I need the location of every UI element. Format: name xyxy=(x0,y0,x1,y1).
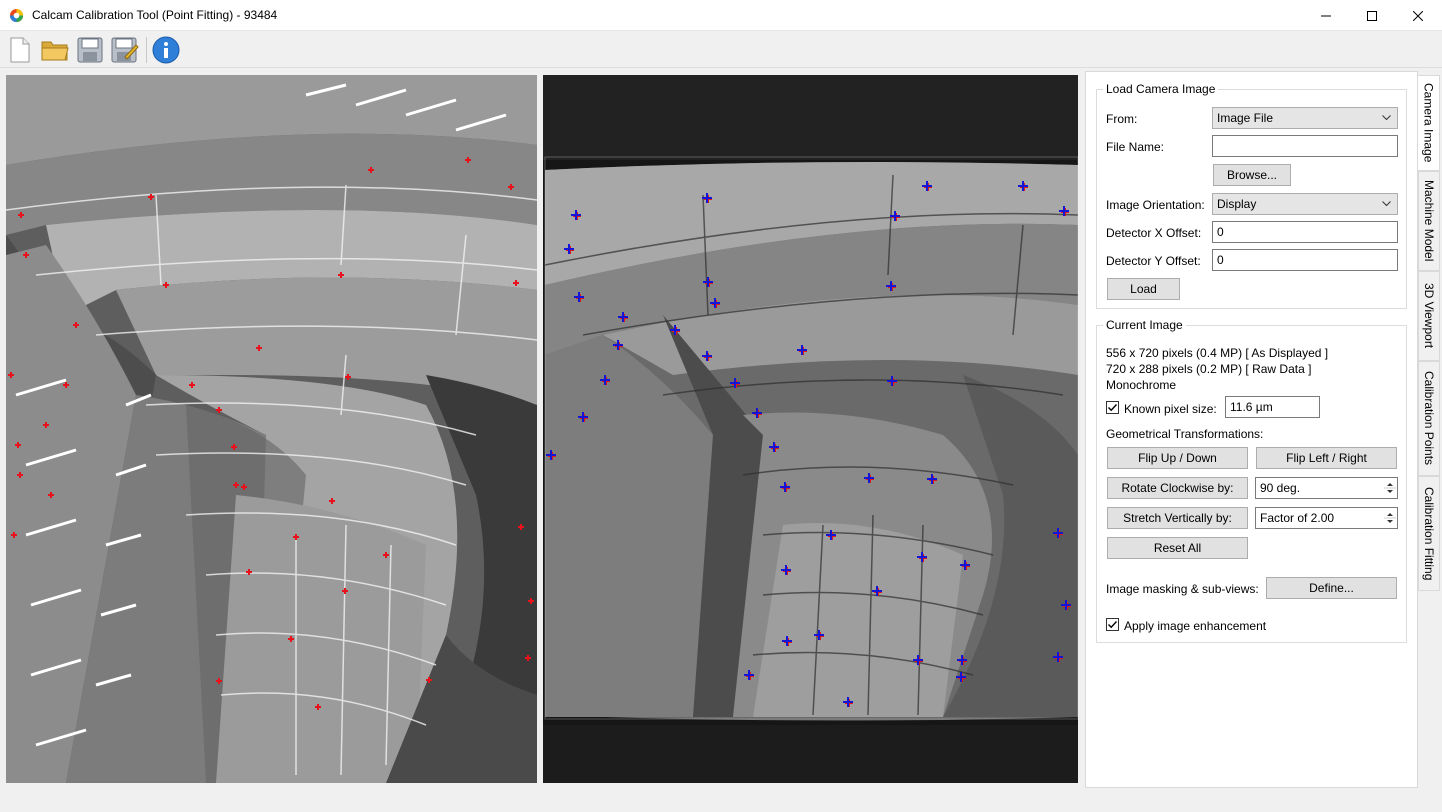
known-pixel-size-label: Known pixel size: xyxy=(1124,402,1217,416)
title-bar: Calcam Calibration Tool (Point Fitting) … xyxy=(0,0,1442,31)
tab-camera-image-label: Camera Image xyxy=(1421,83,1436,163)
tab-machine-model-label: Machine Model xyxy=(1422,180,1436,262)
detector-x-offset-input[interactable]: 0 xyxy=(1212,221,1398,243)
maximize-icon xyxy=(1367,10,1377,21)
current-image-group: Current Image 556 x 720 pixels (0.4 MP) … xyxy=(1096,318,1407,643)
rotate-angle-spinbox[interactable]: 90 deg. xyxy=(1255,477,1398,499)
from-label: From: xyxy=(1106,112,1138,126)
vertical-tab-bar: Camera Image Machine Model 3D Viewport C… xyxy=(1418,71,1440,788)
apply-image-enhancement-label: Apply image enhancement xyxy=(1124,619,1267,633)
toolbar-separator xyxy=(146,37,147,63)
machine-model-render xyxy=(6,75,537,783)
camera-image-render xyxy=(543,75,1078,783)
tab-calibration-fitting[interactable]: Calibration Fitting xyxy=(1418,476,1440,591)
minimize-button[interactable] xyxy=(1303,0,1349,31)
calcam-app-icon xyxy=(9,8,24,23)
image-masking-label: Image masking & sub-views: xyxy=(1106,582,1259,596)
from-value: Image File xyxy=(1217,111,1274,125)
machine-model-view[interactable] xyxy=(6,75,537,783)
file-name-input[interactable] xyxy=(1212,135,1398,157)
apply-image-enhancement-checkbox[interactable] xyxy=(1106,618,1119,631)
stretch-vertically-button[interactable]: Stretch Vertically by: xyxy=(1107,507,1248,529)
current-image-title: Current Image xyxy=(1103,318,1186,332)
tab-3d-viewport-label: 3D Viewport xyxy=(1422,283,1436,349)
close-icon xyxy=(1413,10,1423,21)
image-size-displayed: 556 x 720 pixels (0.4 MP) [ As Displayed… xyxy=(1106,346,1329,360)
browse-button[interactable]: Browse... xyxy=(1213,164,1291,186)
rotate-angle-value: 90 deg. xyxy=(1260,481,1301,495)
chevron-down-icon xyxy=(1382,201,1391,207)
camera-image-view[interactable] xyxy=(543,75,1078,783)
spin-arrows-icon[interactable] xyxy=(1384,479,1396,497)
load-button[interactable]: Load xyxy=(1107,278,1180,300)
flip-up-down-button[interactable]: Flip Up / Down xyxy=(1107,447,1248,469)
window-title: Calcam Calibration Tool (Point Fitting) … xyxy=(32,8,278,22)
flip-left-right-button[interactable]: Flip Left / Right xyxy=(1256,447,1397,469)
chevron-down-icon xyxy=(1382,115,1391,121)
reset-all-button[interactable]: Reset All xyxy=(1107,537,1248,559)
known-pixel-size-input[interactable]: 11.6 µm xyxy=(1225,396,1320,418)
tab-calibration-points-label: Calibration Points xyxy=(1422,371,1436,466)
camera-image-panel: Load Camera Image From: Image File File … xyxy=(1085,71,1418,788)
minimize-icon xyxy=(1321,15,1331,16)
info-icon xyxy=(152,36,180,64)
new-file-icon xyxy=(10,37,30,63)
known-pixel-size-checkbox[interactable] xyxy=(1106,401,1119,414)
checkmark-icon xyxy=(1108,621,1118,629)
info-button[interactable] xyxy=(151,35,181,65)
image-size-raw: 720 x 288 pixels (0.2 MP) [ Raw Data ] xyxy=(1106,362,1312,376)
tab-calibration-fitting-label: Calibration Fitting xyxy=(1422,486,1436,581)
image-color-mode: Monochrome xyxy=(1106,378,1177,392)
save-as-button[interactable] xyxy=(110,35,140,65)
file-name-label: File Name: xyxy=(1106,140,1165,154)
tab-calibration-points[interactable]: Calibration Points xyxy=(1418,361,1440,476)
stretch-factor-value: Factor of 2.00 xyxy=(1260,511,1335,525)
geometrical-transformations-label: Geometrical Transformations: xyxy=(1106,427,1264,441)
load-camera-image-group: Load Camera Image From: Image File File … xyxy=(1096,82,1407,309)
rotate-clockwise-button[interactable]: Rotate Clockwise by: xyxy=(1107,477,1248,499)
tab-3d-viewport[interactable]: 3D Viewport xyxy=(1418,271,1440,361)
new-file-button[interactable] xyxy=(5,35,35,65)
tab-camera-image[interactable]: Camera Image xyxy=(1418,75,1440,171)
load-camera-image-title: Load Camera Image xyxy=(1103,82,1219,96)
define-mask-button[interactable]: Define... xyxy=(1266,577,1397,599)
maximize-button[interactable] xyxy=(1349,0,1395,31)
detector-y-offset-input[interactable]: 0 xyxy=(1212,249,1398,271)
spin-arrows-icon[interactable] xyxy=(1384,509,1396,527)
from-combobox[interactable]: Image File xyxy=(1212,107,1398,129)
save-as-icon xyxy=(111,37,139,63)
checkmark-icon xyxy=(1108,404,1118,412)
tab-machine-model[interactable]: Machine Model xyxy=(1418,171,1440,271)
stretch-factor-spinbox[interactable]: Factor of 2.00 xyxy=(1255,507,1398,529)
save-button[interactable] xyxy=(75,35,105,65)
image-orientation-label: Image Orientation: xyxy=(1106,198,1205,212)
toolbar xyxy=(0,31,1442,68)
image-orientation-value: Display xyxy=(1217,197,1257,211)
close-button[interactable] xyxy=(1395,0,1441,31)
detector-x-offset-label: Detector X Offset: xyxy=(1106,226,1202,240)
open-file-button[interactable] xyxy=(40,35,70,65)
open-folder-icon xyxy=(41,41,69,61)
image-orientation-combobox[interactable]: Display xyxy=(1212,193,1398,215)
save-icon xyxy=(77,37,103,63)
detector-y-offset-label: Detector Y Offset: xyxy=(1106,254,1201,268)
